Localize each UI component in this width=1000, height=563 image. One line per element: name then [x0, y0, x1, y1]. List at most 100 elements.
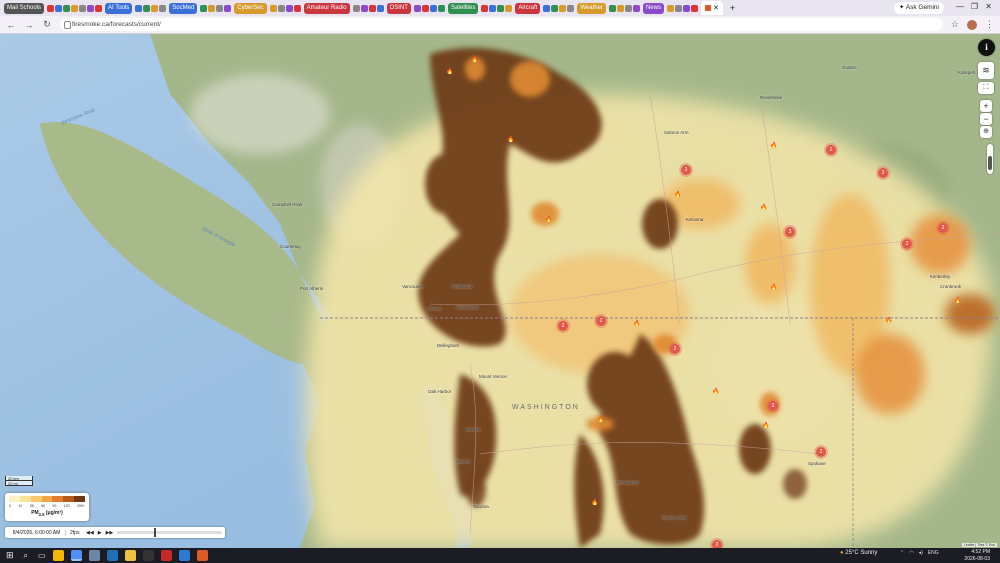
- reload-icon[interactable]: ↻: [42, 19, 52, 30]
- browser-toolbar: ← → ↻ firesmoke.ca/forecasts/current/ ☆ …: [0, 16, 1000, 34]
- tab-group-chip[interactable]: AI Tools: [105, 2, 133, 14]
- fire-cluster-marker[interactable]: 2: [681, 165, 691, 175]
- search-icon[interactable]: ⌕: [24, 551, 28, 561]
- file-explorer-icon[interactable]: [124, 550, 136, 561]
- forward-icon[interactable]: →: [24, 20, 34, 30]
- fire-cluster-marker[interactable]: 2: [816, 447, 826, 457]
- fire-cluster-marker[interactable]: 3: [785, 227, 795, 237]
- collapsed-tab-favicons[interactable]: [543, 4, 575, 12]
- fire-icon[interactable]: 🔥: [885, 317, 892, 324]
- fire-cluster-marker[interactable]: 2: [938, 223, 948, 233]
- fire-icon[interactable]: 🔥: [471, 56, 478, 63]
- time-slider[interactable]: [117, 528, 222, 537]
- fire-cluster-marker[interactable]: 2: [712, 540, 722, 548]
- time-slider-thumb[interactable]: [153, 528, 156, 537]
- collapsed-tab-favicons[interactable]: [47, 4, 103, 12]
- chrome-icon[interactable]: [70, 550, 82, 561]
- app-icon[interactable]: [160, 550, 172, 561]
- collapsed-tab-favicons[interactable]: [352, 4, 384, 12]
- ask-gemini-button[interactable]: ✦ Ask Gemini: [893, 2, 944, 14]
- language-indicator[interactable]: ENG: [928, 550, 939, 556]
- address-bar[interactable]: firesmoke.ca/forecasts/current/: [60, 18, 943, 31]
- layers-button[interactable]: ≋: [978, 62, 994, 79]
- fire-cluster-marker[interactable]: 3: [768, 401, 778, 411]
- zoom-in-button[interactable]: +: [980, 100, 992, 112]
- fire-icon[interactable]: 🔥: [633, 320, 640, 327]
- firesmoke-favicon-icon: [704, 5, 711, 11]
- fire-icon[interactable]: 🔥: [597, 416, 604, 423]
- app-icon[interactable]: [178, 550, 190, 561]
- minimize-icon[interactable]: —: [956, 2, 964, 11]
- fire-cluster-marker[interactable]: 2: [902, 239, 912, 249]
- tab-group-chip[interactable]: Amateur Radio: [303, 2, 350, 14]
- tab-group-chip[interactable]: Aircraft: [515, 2, 541, 14]
- tab-group-chip[interactable]: Weather: [577, 2, 606, 14]
- smoke-forecast-map[interactable]: Campbell River Courtenay Port Alberni Va…: [0, 34, 1000, 548]
- playback-speed[interactable]: 2fps: [70, 530, 82, 536]
- collapsed-tab-favicons[interactable]: [413, 4, 445, 12]
- tab-group-chip[interactable]: Satellites: [447, 2, 479, 14]
- step-back-icon[interactable]: ◀◀: [86, 530, 94, 536]
- maximize-icon[interactable]: ❐: [971, 2, 978, 11]
- collapsed-tab-favicons[interactable]: [200, 4, 232, 12]
- fire-cluster-marker[interactable]: 2: [670, 344, 680, 354]
- menu-icon[interactable]: ⋮: [985, 19, 994, 30]
- zoom-out-button[interactable]: −: [980, 113, 992, 125]
- tab-group-chip[interactable]: OSINT: [386, 2, 411, 14]
- bookmark-star-icon[interactable]: ☆: [951, 19, 959, 30]
- tab-favicon-icon: [690, 4, 698, 12]
- fire-icon[interactable]: 🔥: [762, 422, 769, 429]
- fire-icon[interactable]: 🔥: [507, 136, 514, 143]
- terminal-icon[interactable]: [142, 550, 154, 561]
- profile-avatar[interactable]: [967, 19, 977, 30]
- tab-group-chip[interactable]: CyberSec: [234, 2, 267, 14]
- tray-chevron-icon[interactable]: ⌃: [900, 550, 904, 556]
- fire-icon[interactable]: 🔥: [770, 142, 777, 149]
- tab-group-chip[interactable]: News: [642, 2, 664, 14]
- fire-icon[interactable]: 🔥: [674, 191, 681, 198]
- fire-cluster-marker[interactable]: 3: [878, 168, 888, 178]
- collapsed-tab-favicons[interactable]: [135, 4, 167, 12]
- clock[interactable]: 4:52 PM 2026-08-03: [964, 549, 990, 562]
- step-forward-icon[interactable]: ▶▶: [106, 530, 114, 536]
- fire-cluster-marker[interactable]: 2: [558, 321, 568, 331]
- tab-group-chip[interactable]: SocMed: [169, 2, 198, 14]
- back-icon[interactable]: ←: [6, 20, 16, 30]
- place-label: Oak Harbor: [428, 389, 452, 394]
- collapsed-tab-favicons[interactable]: [608, 4, 640, 12]
- volume-icon[interactable]: ◂): [919, 550, 923, 556]
- network-icon[interactable]: ◠: [909, 550, 913, 556]
- map-attribution[interactable]: Leaflet | Tiles © Esri: [961, 543, 997, 547]
- app-icon[interactable]: [106, 550, 118, 561]
- app-icon[interactable]: [52, 550, 64, 561]
- play-icon[interactable]: ▶: [98, 530, 102, 536]
- fire-icon[interactable]: 🔥: [760, 204, 767, 211]
- task-view-icon[interactable]: ▭: [38, 551, 46, 560]
- fire-cluster-marker[interactable]: 2: [596, 316, 606, 326]
- close-tab-icon[interactable]: ✕: [713, 4, 719, 12]
- windows-start-icon[interactable]: ⊞: [6, 550, 14, 561]
- tab-favicon-icon: [208, 4, 216, 12]
- collapsed-tab-favicons[interactable]: [481, 4, 513, 12]
- legend-swatch: [63, 496, 75, 502]
- close-window-icon[interactable]: ✕: [985, 2, 992, 11]
- fire-icon[interactable]: 🔥: [591, 499, 598, 506]
- tab-group-chip[interactable]: Mail Schools: [4, 2, 45, 14]
- fire-icon[interactable]: 🔥: [770, 284, 777, 291]
- locate-button[interactable]: ⊕: [980, 126, 992, 138]
- weather-widget[interactable]: ● 25°C Sunny: [840, 550, 877, 556]
- zoom-slider[interactable]: [987, 144, 993, 174]
- app-icon[interactable]: [88, 550, 100, 561]
- fire-icon[interactable]: 🔥: [545, 216, 552, 223]
- fire-icon[interactable]: 🔥: [446, 68, 453, 75]
- app-icon[interactable]: [196, 550, 208, 561]
- tab-active[interactable]: ✕: [700, 1, 723, 15]
- collapsed-tab-favicons[interactable]: [666, 4, 698, 12]
- fire-icon[interactable]: 🔥: [954, 297, 961, 304]
- fire-cluster-marker[interactable]: 2: [826, 145, 836, 155]
- fire-icon[interactable]: 🔥: [712, 388, 719, 395]
- fullscreen-button[interactable]: ⛶: [978, 82, 994, 94]
- collapsed-tab-favicons[interactable]: [269, 4, 301, 12]
- info-button[interactable]: i: [978, 39, 995, 56]
- new-tab-icon[interactable]: +: [730, 3, 735, 13]
